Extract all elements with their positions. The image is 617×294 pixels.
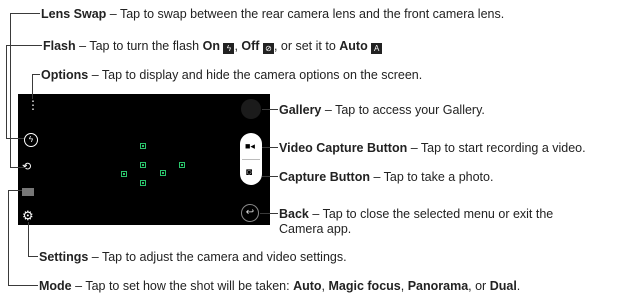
focus-box <box>140 180 146 186</box>
callout-line <box>8 190 22 191</box>
annotation-text: , <box>321 279 329 293</box>
focus-box <box>121 171 127 177</box>
annotation-term: Capture Button <box>279 170 370 184</box>
annotation-lens-swap: Lens Swap – Tap to swap between the rear… <box>41 7 504 21</box>
camera-viewfinder <box>18 94 270 225</box>
callout-line <box>8 285 38 286</box>
annotation-text: – Tap to turn the flash <box>75 39 203 53</box>
annotation-text: , or set it to <box>273 39 340 53</box>
mode-option: Auto <box>293 279 322 293</box>
callout-line <box>262 109 278 110</box>
flash-on-label: On <box>202 39 220 53</box>
divider <box>242 159 260 160</box>
annotation-text: , <box>400 279 408 293</box>
annotation-text: – Tap to take a photo. <box>369 170 494 184</box>
mode-option: Panorama <box>407 279 469 293</box>
annotation-term: Video Capture Button <box>279 141 408 155</box>
flash-off-icon: ⊘ <box>262 43 274 54</box>
callout-line <box>28 222 29 257</box>
vertical-dots-icon[interactable]: ⋮ <box>27 99 39 111</box>
callout-line <box>32 74 33 99</box>
annotation-term: Gallery <box>279 103 322 117</box>
annotation-text: – Tap to adjust the camera and video set… <box>88 250 347 264</box>
annotation-gallery: Gallery – Tap to access your Gallery. <box>279 103 485 117</box>
callout-line <box>10 13 40 14</box>
callout-line <box>6 138 24 139</box>
gallery-thumbnail[interactable] <box>241 99 261 119</box>
back-arrow-icon[interactable]: ↩ <box>241 204 259 222</box>
annotation-text: , or <box>468 279 490 293</box>
mode-option: Dual <box>489 279 517 293</box>
focus-box <box>140 162 146 168</box>
callout-line <box>260 213 278 214</box>
flash-on-icon: ϟ <box>223 43 235 54</box>
video-camera-icon[interactable]: ■◂ <box>245 141 255 151</box>
callout-line <box>6 45 42 46</box>
mode-icon[interactable] <box>22 188 34 196</box>
annotation-text: Camera app. <box>279 222 352 236</box>
annotation-video-capture: Video Capture Button – Tap to start reco… <box>279 141 586 155</box>
flash-auto-label: Auto <box>339 39 368 53</box>
callout-line <box>262 147 278 148</box>
annotation-text: . <box>516 279 521 293</box>
callout-line <box>262 176 278 177</box>
flash-auto-icon: A <box>371 43 383 54</box>
annotation-term: Flash <box>43 39 76 53</box>
flash-icon[interactable]: ϟ <box>24 133 38 147</box>
annotation-term: Settings <box>39 250 89 264</box>
gear-icon[interactable]: ⚙ <box>22 209 34 222</box>
annotation-back: Back – Tap to close the selected menu or… <box>279 207 553 221</box>
callout-line <box>10 167 24 168</box>
callout-line <box>10 13 11 168</box>
flash-off-label: Off <box>241 39 260 53</box>
callout-line <box>6 45 7 139</box>
camera-icon[interactable]: ◙ <box>246 168 252 178</box>
annotation-capture: Capture Button – Tap to take a photo. <box>279 170 493 184</box>
annotation-text: – Tap to swap between the rear camera le… <box>106 7 505 21</box>
focus-box <box>140 143 146 149</box>
callout-line <box>28 256 38 257</box>
annotation-term: Options <box>41 68 89 82</box>
callout-line <box>8 190 9 286</box>
annotation-term: Lens Swap <box>41 7 107 21</box>
annotation-settings: Settings – Tap to adjust the camera and … <box>39 250 347 264</box>
focus-box <box>160 170 166 176</box>
annotation-text: – Tap to close the selected menu or exit… <box>308 207 554 221</box>
mode-option: Magic focus <box>328 279 401 293</box>
annotation-text: – Tap to set how the shot will be taken: <box>71 279 294 293</box>
annotation-mode: Mode – Tap to set how the shot will be t… <box>39 279 520 293</box>
annotation-text: – Tap to start recording a video. <box>407 141 586 155</box>
annotation-options: Options – Tap to display and hide the ca… <box>41 68 422 82</box>
annotation-flash: Flash – Tap to turn the flash On ϟ, Off … <box>43 39 383 54</box>
annotation-text: – Tap to access your Gallery. <box>321 103 485 117</box>
callout-line <box>32 74 40 75</box>
annotation-term: Back <box>279 207 309 221</box>
annotation-term: Mode <box>39 279 72 293</box>
annotation-back-line2: Camera app. <box>279 222 351 236</box>
focus-box <box>179 162 185 168</box>
annotation-text: – Tap to display and hide the camera opt… <box>88 68 423 82</box>
